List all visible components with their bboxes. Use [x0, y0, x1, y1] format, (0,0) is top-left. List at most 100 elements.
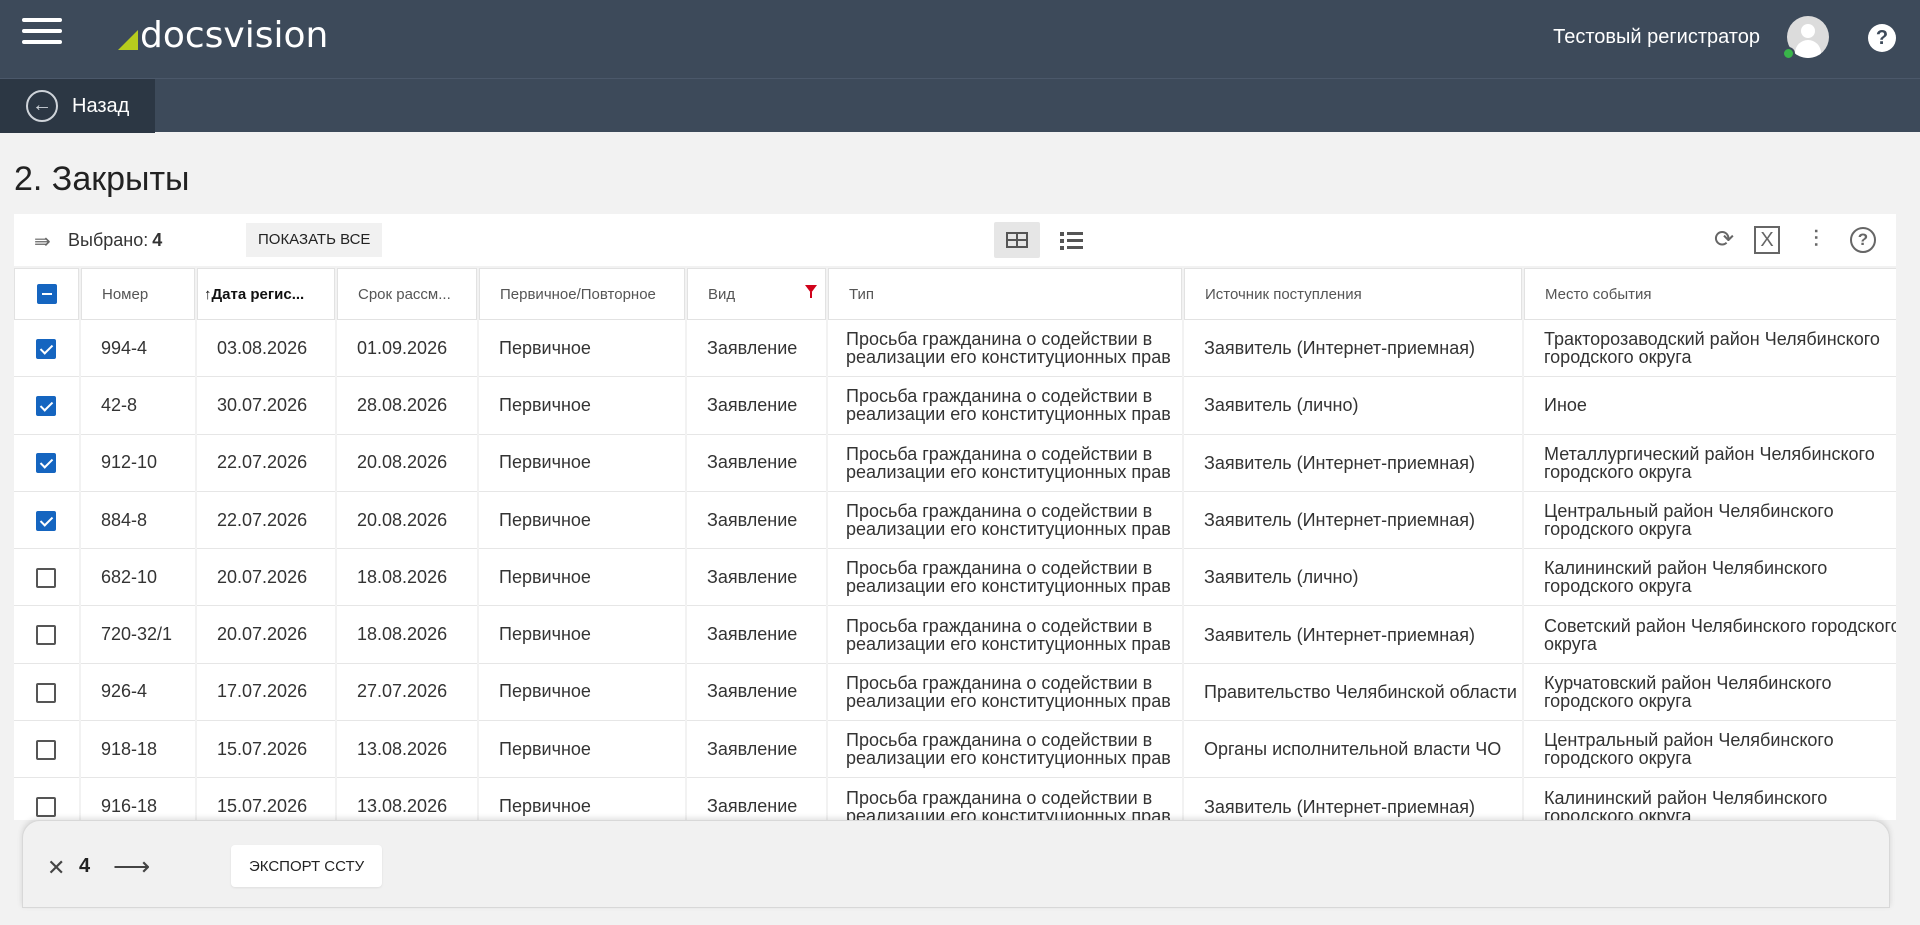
table-help-icon[interactable]: ?: [1850, 227, 1876, 253]
column-header-source[interactable]: Источник поступления: [1184, 268, 1522, 320]
back-button[interactable]: ← Назад: [0, 79, 155, 133]
cell-source: Заявитель (Интернет-приемная): [1184, 491, 1522, 550]
help-icon[interactable]: ?: [1868, 24, 1896, 52]
cell-place: Тракторозаводский район Челябинского гор…: [1524, 320, 1896, 378]
cell-kind: Заявление: [687, 549, 826, 607]
row-checkbox[interactable]: [36, 567, 56, 588]
cell-source: Заявитель (лично): [1184, 549, 1522, 607]
column-header-kind[interactable]: Вид: [687, 268, 826, 320]
table-header-row: Номер ↑Дата регис... Срок рассм... Перви…: [14, 268, 1896, 320]
navigation-bar: ← Назад: [0, 78, 1920, 133]
table-view-icon[interactable]: [994, 222, 1040, 258]
cell-date: 22.07.2026: [197, 434, 335, 492]
logo: docsvision: [118, 16, 328, 56]
cell-date: 20.07.2026: [197, 549, 335, 607]
cell-source: Органы исполнительной власти ЧО: [1184, 721, 1522, 779]
cell-number: 994-4: [81, 320, 195, 378]
cell-number: 912-10: [81, 434, 195, 492]
selected-count: Выбрано: 4: [68, 230, 163, 250]
table-row[interactable]: 42-8 30.07.2026 28.08.2026 Первичное Заявлен…: [14, 377, 1896, 435]
close-icon[interactable]: ✕: [47, 855, 65, 881]
selection-action-bar: ✕ 4 ⟶ ЭКСПОРТ ССТУ: [22, 820, 1890, 908]
table-row[interactable]: 682-10 20.07.2026 18.08.2026 Первичное Заявл…: [14, 549, 1896, 607]
cell-type: Просьба гражданина о содействии в реализ…: [828, 721, 1182, 779]
list-view-icon[interactable]: [1050, 222, 1090, 258]
column-header-due[interactable]: Срок рассм...: [337, 268, 477, 320]
page-title: 2. Закрыты: [14, 160, 190, 198]
export-sstu-button[interactable]: ЭКСПОРТ ССТУ: [231, 845, 383, 887]
cell-due: 13.08.2026: [337, 778, 477, 820]
refresh-icon[interactable]: ⟳: [1708, 224, 1740, 256]
cell-source: Заявитель (Интернет-приемная): [1184, 434, 1522, 492]
sort-ascending-icon: ↑: [204, 285, 212, 303]
arrow-right-icon[interactable]: ⟶: [113, 851, 150, 882]
table-row[interactable]: 994-4 03.08.2026 01.09.2026 Первичное Заявле…: [14, 320, 1896, 378]
row-checkbox[interactable]: [36, 510, 56, 531]
cell-type: Просьба гражданина о содействии в реализ…: [828, 663, 1182, 722]
cell-date: 20.07.2026: [197, 606, 335, 664]
cell-kind: Заявление: [687, 778, 826, 820]
table-row[interactable]: 884-8 22.07.2026 20.08.2026 Первичное Заявле…: [14, 491, 1896, 550]
cell-primary: Первичное: [479, 434, 685, 492]
cell-type: Просьба гражданина о содействии в реализ…: [828, 320, 1182, 378]
cell-number: 916-18: [81, 778, 195, 820]
row-checkbox[interactable]: [36, 453, 56, 474]
menu-icon[interactable]: [22, 18, 62, 48]
cell-primary: Первичное: [479, 721, 685, 779]
row-checkbox[interactable]: [36, 682, 56, 703]
row-checkbox-cell: [14, 549, 79, 607]
cell-type: Просьба гражданина о содействии в реализ…: [828, 606, 1182, 664]
cell-number: 918-18: [81, 721, 195, 779]
cell-place: Курчатовский район Челябинского городско…: [1524, 663, 1896, 722]
cell-due: 18.08.2026: [337, 549, 477, 607]
top-header: docsvision Тестовый регистратор ?: [0, 0, 1920, 78]
column-settings-icon[interactable]: ⫶: [1800, 224, 1832, 256]
cell-primary: Первичное: [479, 663, 685, 722]
table-row[interactable]: 912-10 22.07.2026 20.08.2026 Первичное Заявл…: [14, 434, 1896, 492]
cell-number: 926-4: [81, 663, 195, 722]
row-checkbox[interactable]: [36, 797, 56, 818]
cell-date: 03.08.2026: [197, 320, 335, 378]
cell-kind: Заявление: [687, 320, 826, 378]
select-all-checkbox[interactable]: [14, 268, 79, 320]
cell-place: Иное: [1524, 377, 1896, 435]
cell-source: Заявитель (лично): [1184, 377, 1522, 435]
row-checkbox-cell: [14, 320, 79, 378]
row-checkbox[interactable]: [36, 739, 56, 760]
column-header-number[interactable]: Номер: [81, 268, 195, 320]
selection-icon[interactable]: ⇛: [34, 229, 51, 254]
arrow-left-icon: ←: [26, 90, 58, 122]
selection-count: 4: [79, 855, 91, 877]
cell-type: Просьба гражданина о содействии в реализ…: [828, 491, 1182, 550]
cell-kind: Заявление: [687, 434, 826, 492]
cell-due: 27.07.2026: [337, 663, 477, 722]
cell-primary: Первичное: [479, 377, 685, 435]
row-checkbox[interactable]: [36, 338, 56, 359]
table-row[interactable]: 720-32/1 20.07.2026 18.08.2026 Первичное Зая…: [14, 606, 1896, 664]
cell-source: Правительство Челябинской области: [1184, 663, 1522, 722]
column-header-place[interactable]: Место события: [1524, 268, 1896, 320]
show-all-button[interactable]: ПОКАЗАТЬ ВСЕ: [246, 223, 383, 257]
cell-kind: Заявление: [687, 377, 826, 435]
cell-source: Заявитель (Интернет-приемная): [1184, 606, 1522, 664]
row-checkbox[interactable]: [36, 625, 56, 646]
cell-place: Центральный район Челябинского городског…: [1524, 721, 1896, 779]
excel-export-icon[interactable]: X: [1754, 226, 1780, 254]
cell-number: 682-10: [81, 549, 195, 607]
user-name[interactable]: Тестовый регистратор: [1553, 26, 1760, 49]
filter-icon[interactable]: [805, 285, 817, 298]
column-header-date[interactable]: ↑Дата регис...: [197, 268, 335, 320]
column-header-primary[interactable]: Первичное/Повторное: [479, 268, 685, 320]
column-header-type[interactable]: Тип: [828, 268, 1182, 320]
table-row[interactable]: 916-18 15.07.2026 13.08.2026 Первичное Заявл…: [14, 778, 1896, 820]
table-row[interactable]: 918-18 15.07.2026 13.08.2026 Первичное Заявл…: [14, 721, 1896, 779]
cell-due: 28.08.2026: [337, 377, 477, 435]
row-checkbox-cell: [14, 663, 79, 722]
cell-place: Советский район Челябинского городского …: [1524, 606, 1896, 664]
cell-due: 13.08.2026: [337, 721, 477, 779]
table-row[interactable]: 926-4 17.07.2026 27.07.2026 Первичное Заявле…: [14, 663, 1896, 722]
row-checkbox[interactable]: [36, 396, 56, 417]
cell-kind: Заявление: [687, 606, 826, 664]
row-checkbox-cell: [14, 491, 79, 550]
cell-due: 01.09.2026: [337, 320, 477, 378]
